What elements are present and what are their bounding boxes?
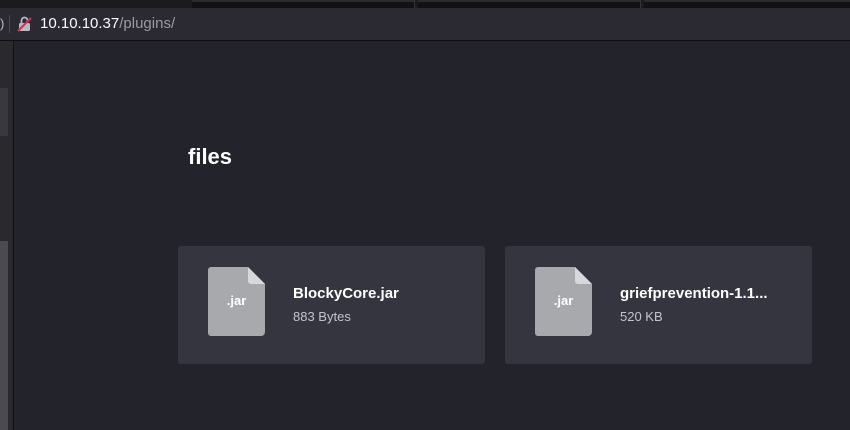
file-card[interactable]: .jar griefprevention-1.1... 520 KB xyxy=(505,246,812,364)
tab-strip xyxy=(0,0,850,8)
page-title: files xyxy=(188,144,233,169)
file-card[interactable]: .jar BlockyCore.jar 883 Bytes xyxy=(178,246,485,364)
page-content: files .jar BlockyCore.jar 883 Bytes .jar… xyxy=(14,41,850,430)
file-name[interactable]: griefprevention-1.1... xyxy=(620,285,790,303)
nav-edge-glyph: ) xyxy=(0,16,5,31)
file-icon: .jar xyxy=(208,267,265,336)
file-extension: .jar xyxy=(226,293,247,308)
tab[interactable] xyxy=(418,0,641,8)
url-text[interactable]: 10.10.10.37/plugins/ xyxy=(40,15,175,33)
tab[interactable] xyxy=(644,0,850,8)
url-host: 10.10.10.37 xyxy=(40,15,120,32)
file-name[interactable]: BlockyCore.jar xyxy=(293,285,463,303)
address-bar[interactable]: ) 10.10.10.37/plugins/ xyxy=(0,8,850,41)
sidebar-scroll-strip[interactable] xyxy=(0,241,8,430)
tab[interactable] xyxy=(192,0,415,8)
url-path: /plugins/ xyxy=(119,15,176,32)
file-size: 883 Bytes xyxy=(293,309,351,324)
insecure-lock-icon[interactable] xyxy=(16,15,34,33)
sidebar xyxy=(0,41,14,430)
separator xyxy=(9,15,10,33)
file-extension: .jar xyxy=(553,293,574,308)
file-size: 520 KB xyxy=(620,309,663,324)
file-icon: .jar xyxy=(535,267,592,336)
sidebar-strip xyxy=(0,88,8,136)
